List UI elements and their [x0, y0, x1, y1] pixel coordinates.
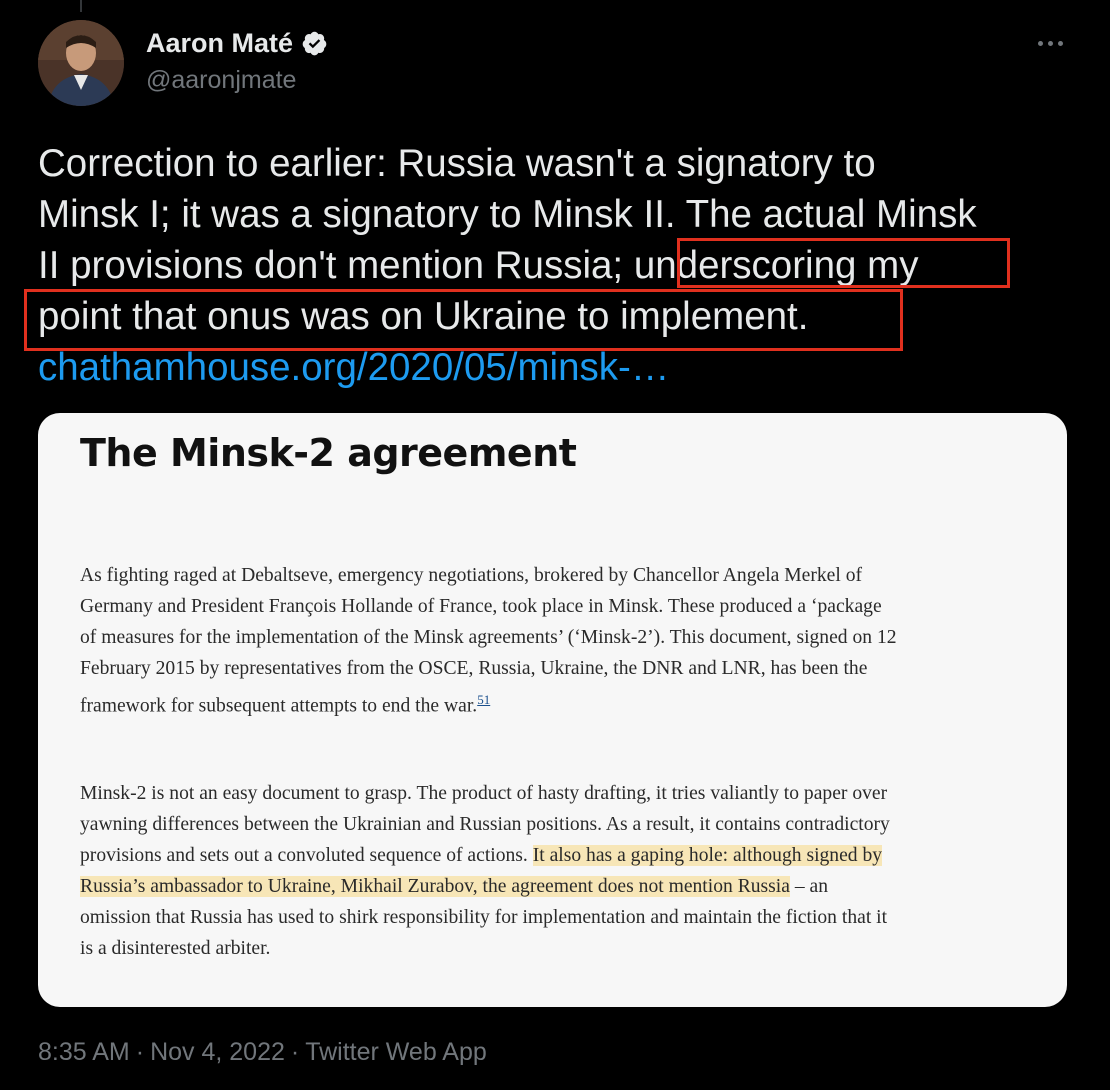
tweet-line: Correction to earlier: Russia wasn't a s…: [38, 142, 876, 185]
meta-separator: ·: [290, 1038, 300, 1066]
tweet-line-segment: II provisions don't mention Russia;: [38, 244, 634, 287]
card-paragraph: As fighting raged at Debaltseve, emergen…: [80, 560, 900, 722]
tweet-time[interactable]: 8:35 AM: [38, 1038, 130, 1066]
thread-connector: [80, 0, 82, 12]
author-display-name[interactable]: Aaron Maté: [146, 28, 328, 59]
footnote-link: 51: [477, 692, 491, 707]
more-dot-icon: [1047, 40, 1053, 46]
tweet-line: Minsk I; it was a signatory to Minsk II.…: [38, 193, 977, 236]
tweet-source: Twitter Web App: [305, 1038, 487, 1066]
card-heading: The Minsk-2 agreement: [80, 431, 577, 475]
tweet-meta: 8:35 AM · Nov 4, 2022 · Twitter Web App: [38, 1038, 487, 1067]
author-name-text: Aaron Maté: [146, 28, 294, 58]
more-dot-icon: [1057, 40, 1063, 46]
annotation-box: [24, 289, 903, 351]
meta-separator: ·: [135, 1038, 145, 1066]
tweet-date[interactable]: Nov 4, 2022: [150, 1038, 285, 1066]
avatar[interactable]: [38, 20, 124, 106]
card-paragraph: Minsk-2 is not an easy document to grasp…: [80, 778, 900, 964]
avatar-image-icon: [38, 20, 124, 106]
link-preview-card[interactable]: The Minsk-2 agreement As fighting raged …: [38, 413, 1067, 1007]
verified-badge-icon: [302, 31, 327, 56]
more-dot-icon: [1037, 40, 1043, 46]
author-handle[interactable]: @aaronjmate: [146, 66, 296, 95]
annotation-box: [677, 238, 1010, 288]
more-options-button[interactable]: [1030, 28, 1070, 58]
